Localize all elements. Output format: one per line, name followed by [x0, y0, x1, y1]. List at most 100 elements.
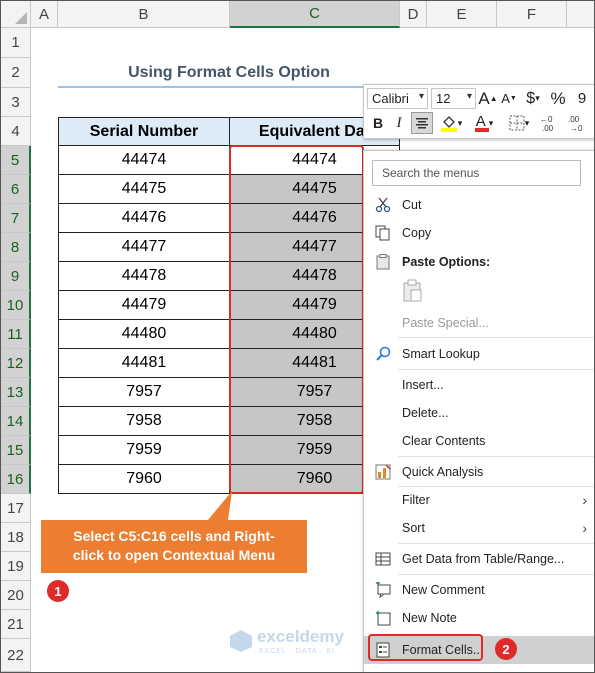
- row-header-13[interactable]: 13: [1, 378, 31, 407]
- menu-separator: [398, 574, 594, 575]
- menu-item-label: Cut: [402, 198, 422, 212]
- column-header-g[interactable]: [567, 1, 594, 28]
- chevron-right-icon: ›: [582, 492, 587, 508]
- row-header-6[interactable]: 6: [1, 175, 31, 204]
- menu-item-label: New Note: [402, 611, 457, 625]
- scissors-icon: [374, 196, 392, 214]
- increase-decimal-button[interactable]: ←0.00: [539, 112, 563, 134]
- exceldemy-logo-icon: [230, 630, 252, 652]
- menu-item-insert[interactable]: Insert...: [364, 371, 594, 399]
- percent-style-button[interactable]: %: [548, 88, 568, 109]
- menu-item-paste-special[interactable]: Paste Special...: [364, 309, 594, 337]
- row-header-12[interactable]: 12: [1, 349, 31, 378]
- menu-search-placeholder: Search the menus: [382, 166, 480, 180]
- accounting-format-button[interactable]: $ ▾: [521, 88, 545, 109]
- row-header-21[interactable]: 21: [1, 610, 31, 639]
- select-all-corner[interactable]: [1, 1, 31, 28]
- cell-serial-number[interactable]: 44476: [58, 204, 230, 233]
- menu-item-delete[interactable]: Delete...: [364, 399, 594, 427]
- menu-item-quick-analysis[interactable]: Quick Analysis: [364, 458, 594, 486]
- header-serial-number[interactable]: Serial Number: [58, 117, 230, 146]
- menu-item-copy[interactable]: Copy: [364, 219, 594, 247]
- align-center-icon: [416, 118, 428, 129]
- align-center-button[interactable]: [411, 112, 433, 134]
- row-header-10[interactable]: 10: [1, 291, 31, 320]
- row-header-9[interactable]: 9: [1, 262, 31, 291]
- cell-serial-number[interactable]: 44478: [58, 262, 230, 291]
- menu-item-new-comment[interactable]: New Comment: [364, 576, 594, 604]
- row-header-5[interactable]: 5: [1, 146, 31, 175]
- menu-item-label: Sort: [402, 521, 425, 535]
- cell-serial-number[interactable]: 44480: [58, 320, 230, 349]
- menu-search-box[interactable]: Search the menus: [372, 160, 581, 186]
- menu-item-paste-options: Paste Options:: [364, 248, 594, 276]
- row-header-15[interactable]: 15: [1, 436, 31, 465]
- fill-color-button[interactable]: ▾: [436, 112, 466, 134]
- new-note-icon: [374, 609, 392, 627]
- comma-style-button[interactable]: 9: [571, 88, 593, 109]
- font-color-button[interactable]: A ▾: [469, 112, 499, 134]
- borders-button[interactable]: ▾: [504, 112, 534, 134]
- column-header-b[interactable]: B: [58, 1, 230, 28]
- bold-button[interactable]: B: [368, 112, 388, 134]
- row-header-2[interactable]: 2: [1, 58, 31, 88]
- menu-item-label: Copy: [402, 226, 432, 240]
- paste-option-button[interactable]: [402, 279, 424, 303]
- svg-text:→0: →0: [570, 124, 583, 132]
- row-header-17[interactable]: 17: [1, 494, 31, 523]
- row-header-7[interactable]: 7: [1, 204, 31, 233]
- borders-icon: [509, 115, 525, 131]
- increase-font-size-button[interactable]: A ▲: [478, 88, 497, 109]
- quick-analysis-icon: [374, 463, 392, 481]
- row-header-1[interactable]: 1: [1, 28, 31, 58]
- font-name-dropdown[interactable]: Calibri ▾: [367, 88, 428, 109]
- font-name-value: Calibri: [372, 91, 409, 106]
- row-header-11[interactable]: 11: [1, 320, 31, 349]
- row-header-20[interactable]: 20: [1, 581, 31, 610]
- row-header-3[interactable]: 3: [1, 88, 31, 117]
- row-header-8[interactable]: 8: [1, 233, 31, 262]
- menu-item-new-note[interactable]: New Note: [364, 604, 594, 632]
- font-size-dropdown[interactable]: 12 ▾: [431, 88, 476, 109]
- menu-item-cut[interactable]: Cut: [364, 191, 594, 219]
- column-header-e[interactable]: E: [427, 1, 497, 28]
- paste-clipboard-icon: [403, 279, 422, 302]
- column-header-f[interactable]: F: [497, 1, 567, 28]
- menu-item-get-data[interactable]: Get Data from Table/Range...: [364, 545, 594, 573]
- menu-item-smart-lookup[interactable]: Smart Lookup: [364, 340, 594, 368]
- row-header-18[interactable]: 18: [1, 523, 31, 552]
- italic-button[interactable]: I: [390, 112, 408, 134]
- menu-separator: [398, 456, 594, 457]
- cell-serial-number[interactable]: 44477: [58, 233, 230, 262]
- row-header-19[interactable]: 19: [1, 552, 31, 581]
- callout-line-1: Select C5:C16 cells and Right-: [73, 528, 275, 544]
- instruction-callout: Select C5:C16 cells and Right- click to …: [41, 520, 307, 573]
- cell-serial-number[interactable]: 44479: [58, 291, 230, 320]
- cell-serial-number[interactable]: 44475: [58, 175, 230, 204]
- selection-highlight-box: [229, 145, 364, 494]
- cell-serial-number[interactable]: 7959: [58, 436, 230, 465]
- callout-pointer: [208, 491, 232, 520]
- cell-serial-number[interactable]: 7958: [58, 407, 230, 436]
- decrease-decimal-button[interactable]: .00 →0: [566, 112, 592, 134]
- row-header-4[interactable]: 4: [1, 117, 31, 146]
- decrease-font-size-button[interactable]: A ▼: [500, 88, 518, 109]
- column-header-c[interactable]: C: [230, 1, 400, 28]
- svg-text:.00: .00: [568, 115, 580, 124]
- menu-item-sort[interactable]: Sort ›: [364, 514, 594, 542]
- menu-separator: [398, 369, 594, 370]
- row-header-22[interactable]: 22: [1, 639, 31, 672]
- cell-serial-number[interactable]: 7957: [58, 378, 230, 407]
- menu-item-label: Paste Options:: [402, 255, 491, 269]
- column-header-d[interactable]: D: [400, 1, 427, 28]
- menu-item-label: Smart Lookup: [402, 347, 480, 361]
- row-header-16[interactable]: 16: [1, 465, 31, 494]
- column-header-a[interactable]: A: [31, 1, 58, 28]
- cell-serial-number[interactable]: 44474: [58, 146, 230, 175]
- row-header-14[interactable]: 14: [1, 407, 31, 436]
- menu-item-clear-contents[interactable]: Clear Contents: [364, 427, 594, 455]
- comma-icon: 9: [577, 90, 587, 107]
- menu-item-filter[interactable]: Filter ›: [364, 486, 594, 514]
- smart-lookup-icon: [374, 345, 392, 363]
- cell-serial-number[interactable]: 44481: [58, 349, 230, 378]
